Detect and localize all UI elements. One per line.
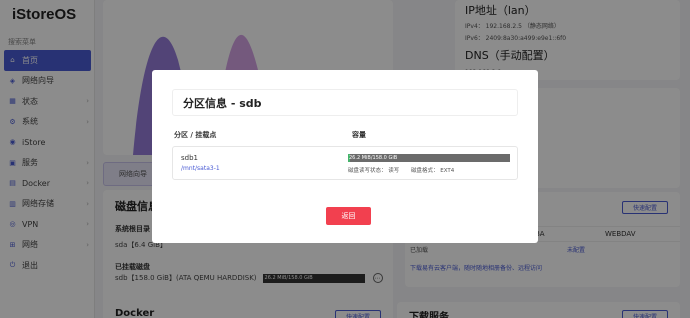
partition-name: sdb1 xyxy=(181,154,198,162)
partition-info-modal: 分区信息 - sdb 分区 / 挂载点 容量 sdb1 /mnt/sata3-1… xyxy=(152,70,538,243)
col-capacity-header: 容量 xyxy=(352,131,366,139)
disk-format: 磁盘格式： EXT4 xyxy=(411,168,455,174)
modal-header: 分区信息 - sdb xyxy=(172,89,518,116)
capacity-bar-text: 26.2 MiB/158.0 GiB xyxy=(349,155,398,161)
col-partition-header: 分区 / 挂载点 xyxy=(174,131,217,139)
modal-title: 分区信息 - sdb xyxy=(183,96,262,110)
partition-row: sdb1 /mnt/sata3-1 26.2 MiB/158.0 GiB 磁盘读… xyxy=(172,146,518,180)
rw-status: 磁盘读写状态： 读写 xyxy=(348,168,400,174)
partition-mount-link[interactable]: /mnt/sata3-1 xyxy=(181,165,220,172)
capacity-meta: 磁盘读写状态： 读写 磁盘格式： EXT4 xyxy=(348,166,464,174)
capacity-bar: 26.2 MiB/158.0 GiB xyxy=(348,154,510,162)
back-button[interactable]: 返回 xyxy=(326,207,371,225)
